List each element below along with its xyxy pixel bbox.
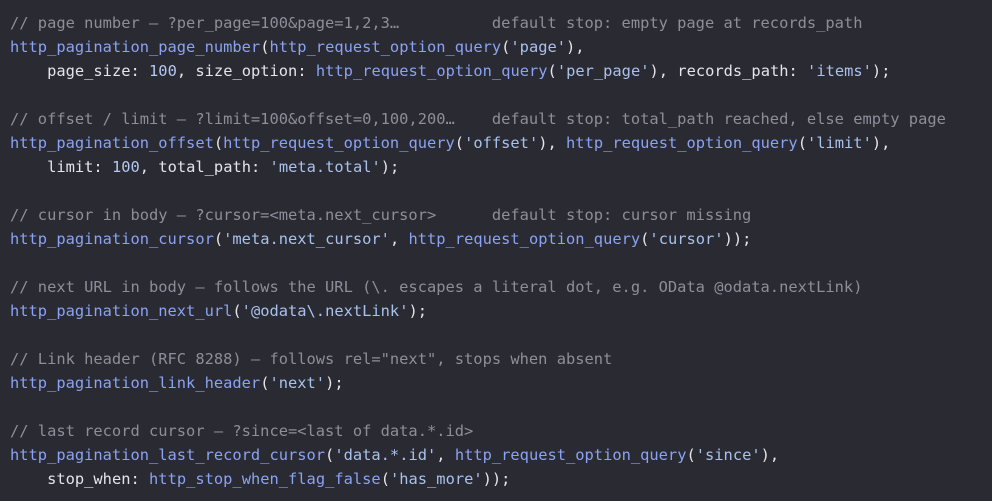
code-key: total_path <box>158 158 251 176</box>
code-string: 'offset' <box>464 134 539 152</box>
code-punctuation: : <box>130 62 150 80</box>
code-comment: // cursor in body – ?cursor=<meta.next_c… <box>10 206 752 224</box>
code-comment: // page number – ?per_page=100&page=1,2,… <box>10 14 863 32</box>
code-function: http_request_option_query <box>223 134 455 152</box>
code-punctuation: : <box>93 158 112 176</box>
code-line: http_pagination_last_record_cursor('data… <box>10 443 946 467</box>
code-number: 100 <box>111 158 140 176</box>
code-key: records_path <box>677 62 789 80</box>
code-function: http_stop_when_flag_false <box>149 470 381 488</box>
code-line: // last record cursor – ?since=<last of … <box>10 419 946 443</box>
code-punctuation: ), <box>760 446 780 464</box>
code-function: http_request_option_query <box>408 230 641 248</box>
code-punctuation: , <box>139 158 159 176</box>
code-comment: // Link header (RFC 8288) – follows rel=… <box>10 350 613 368</box>
code-line: // cursor in body – ?cursor=<meta.next_c… <box>10 203 946 227</box>
code-function: http_pagination_offset <box>10 134 214 152</box>
code-string: '@odata\.nextLink' <box>241 302 409 320</box>
code-punctuation: ); <box>325 374 344 392</box>
code-function: http_request_option_query <box>454 446 687 464</box>
code-line: page_size: 100, size_option: http_reques… <box>10 59 946 83</box>
code-function: http_request_option_query <box>269 38 502 56</box>
code-punctuation: : <box>297 62 316 80</box>
code-punctuation: ); <box>380 158 400 176</box>
code-punctuation: , <box>436 446 455 464</box>
code-punctuation: ), <box>538 134 567 152</box>
code-line: http_pagination_cursor('meta.next_cursor… <box>10 227 946 251</box>
code-punctuation: ), <box>566 38 585 56</box>
code-punctuation: ( <box>213 230 224 248</box>
code-key: page_size <box>47 62 131 80</box>
code-line: http_pagination_offset(http_request_opti… <box>10 131 946 155</box>
code-string: 'since' <box>695 446 761 464</box>
code-punctuation: ), <box>649 62 678 80</box>
code-punctuation: )); <box>482 470 511 488</box>
code-punctuation: ( <box>454 134 465 152</box>
code-string: 'has_more' <box>389 470 483 488</box>
code-line: // page number – ?per_page=100&page=1,2,… <box>10 11 946 35</box>
code-punctuation <box>10 158 47 176</box>
code-function: http_pagination_last_record_cursor <box>10 446 326 464</box>
code-key: size_option <box>195 62 298 80</box>
code-punctuation: ( <box>213 134 224 152</box>
code-line: stop_when: http_stop_when_flag_false('ha… <box>10 467 946 491</box>
code-function: http_request_option_query <box>566 134 798 152</box>
code-key: stop_when <box>47 470 131 488</box>
code-line: http_pagination_page_number (http_request… <box>10 35 946 59</box>
code-punctuation: ), <box>871 134 891 152</box>
code-punctuation: ); <box>871 62 891 80</box>
code-string: 'next' <box>269 374 326 392</box>
code-punctuation: ( <box>547 62 557 80</box>
code-function: http_pagination_link_header <box>10 374 261 392</box>
code-comment: // offset / limit – ?limit=100&offset=0,… <box>10 110 946 128</box>
code-line: // offset / limit – ?limit=100&offset=0,… <box>10 107 946 131</box>
code-punctuation <box>10 62 47 80</box>
code-function: http_request_option_query <box>315 62 548 80</box>
code-string: 'meta.total' <box>269 158 381 176</box>
code-comment: // last record cursor – ?since=<last of … <box>10 422 474 440</box>
code-string: 'page' <box>510 38 567 56</box>
code-punctuation: ( <box>797 134 807 152</box>
code-punctuation <box>10 470 47 488</box>
code-string: 'data.*.id' <box>334 446 437 464</box>
code-punctuation: : <box>788 62 808 80</box>
code-punctuation: ( <box>380 470 390 488</box>
code-punctuation: , <box>176 62 196 80</box>
code-punctuation: : <box>130 470 150 488</box>
code-line: http_pagination_link_header('next'); <box>10 371 946 395</box>
code-block[interactable]: // page number – ?per_page=100&page=1,2,… <box>10 11 946 491</box>
code-punctuation: , <box>389 230 409 248</box>
code-line: http_pagination_next_url('@odata\.nextLi… <box>10 299 946 323</box>
code-string: 'cursor' <box>649 230 724 248</box>
code-number: 100 <box>149 62 177 80</box>
code-punctuation: )); <box>723 230 752 248</box>
code-line: limit: 100, total_path: 'meta.total'); <box>10 155 946 179</box>
code-punctuation: ( <box>686 446 696 464</box>
code-function: http_pagination_page_number <box>10 38 261 56</box>
code-function: http_pagination_next_url <box>10 302 233 320</box>
code-punctuation: ); <box>408 302 428 320</box>
code-punctuation: ( <box>501 38 511 56</box>
code-punctuation: : <box>251 158 270 176</box>
code-function: http_pagination_cursor <box>10 230 214 248</box>
code-key: limit <box>47 158 94 176</box>
code-comment: // next URL in body – follows the URL (\… <box>10 278 863 296</box>
code-punctuation: ( <box>232 302 242 320</box>
code-string: 'limit' <box>806 134 872 152</box>
code-punctuation: ( <box>325 446 335 464</box>
code-line: // next URL in body – follows the URL (\… <box>10 275 946 299</box>
code-string: 'items' <box>807 62 872 80</box>
code-line: // Link header (RFC 8288) – follows rel=… <box>10 347 946 371</box>
code-string: 'per_page' <box>556 62 650 80</box>
code-string: 'meta.next_cursor' <box>223 230 390 248</box>
